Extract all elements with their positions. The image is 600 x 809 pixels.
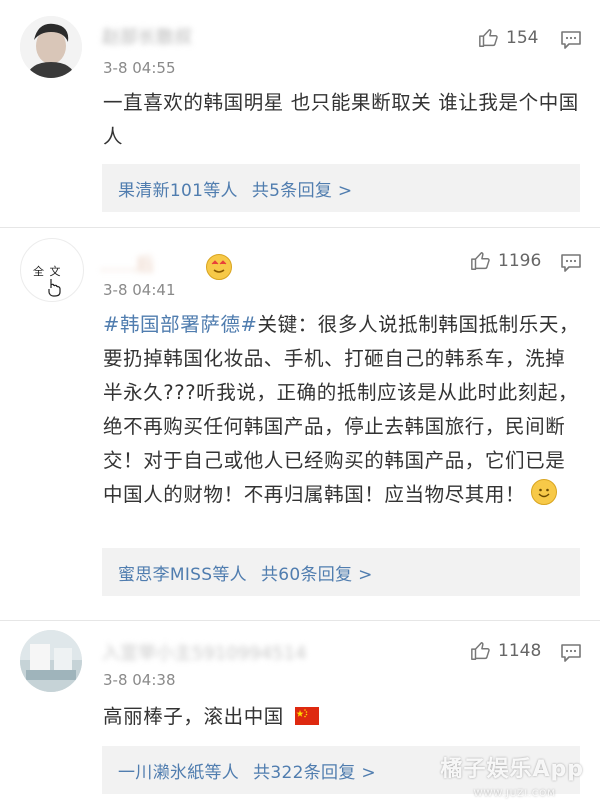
timestamp: 3-8 04:55	[103, 59, 176, 77]
reply-users: 一川濑氷紙等人	[118, 762, 240, 783]
thumbs-up-icon	[471, 642, 490, 660]
comment-text: 一直喜欢的韩国明星 也只能果断取关 谁让我是个中国人	[103, 91, 579, 148]
like-count: 1148	[498, 641, 542, 661]
china-flag-icon	[294, 707, 319, 725]
avatar[interactable]	[20, 16, 82, 78]
username[interactable]: 入宣举小主5910994514	[102, 642, 307, 666]
comment-icon[interactable]	[560, 643, 582, 663]
watermark-url: WWW.JUZI.COM	[473, 789, 556, 799]
smile-emoji-icon	[531, 479, 558, 505]
avatar[interactable]: 全 文	[20, 238, 84, 302]
timestamp: 3-8 04:38	[103, 671, 176, 689]
comment-body: 高丽棒子，滚出中国	[103, 705, 284, 728]
like-button[interactable]: 1196	[470, 250, 541, 272]
thumbs-up-icon	[479, 29, 498, 47]
like-button[interactable]: 154	[478, 27, 538, 49]
avatar[interactable]	[20, 630, 82, 692]
comment-text: #韩国部署萨德#关键：很多人说抵制韩国抵制乐天，要扔掉韩国化妆品、手机、打砸自己…	[103, 308, 583, 512]
hashtag-link[interactable]: #韩国部署萨德#	[103, 313, 257, 336]
avatar-image	[20, 16, 82, 78]
comment-1: 赵部长散叔 3-8 04:55 154 一直喜欢的韩国明星 也只能果断取关 谁让…	[0, 0, 600, 224]
comment-icon[interactable]	[560, 253, 582, 273]
thumbs-up-icon	[471, 252, 490, 270]
avatar-image	[20, 630, 82, 692]
reply-users: 果清新101等人	[118, 180, 238, 201]
replies-summary[interactable]: 果清新101等人 共5条回复 >	[102, 164, 580, 212]
username[interactable]: 赵部长散叔	[102, 26, 192, 50]
like-count: 154	[506, 28, 539, 48]
comment-text: 高丽棒子，滚出中国	[103, 700, 583, 734]
reply-count: 共60条回复 >	[260, 564, 373, 585]
hand-pointer-icon	[48, 279, 61, 297]
comment-icon[interactable]	[560, 30, 582, 50]
emoji-icon	[206, 254, 232, 280]
replies-summary[interactable]: 蜜思李MISS等人 共60条回复 >	[102, 548, 580, 596]
watermark-logo: 橘子娱乐App	[440, 757, 584, 782]
reply-users: 蜜思李MISS等人	[118, 564, 247, 585]
comment-body: 关键：很多人说抵制韩国抵制乐天，要扔掉韩国化妆品、手机、打砸自己的韩系车，洗掉半…	[103, 313, 580, 506]
like-button[interactable]: 1148	[470, 640, 541, 662]
username[interactable]: ……后	[100, 254, 154, 278]
reply-count: 共322条回复 >	[253, 762, 376, 783]
timestamp: 3-8 04:41	[103, 281, 176, 299]
reply-count: 共5条回复 >	[251, 180, 353, 201]
like-count: 1196	[498, 251, 542, 271]
comment-2: 全 文 ……后 3-8 04:41 3-8 04:41 1196 #韩国部署萨德…	[0, 228, 600, 618]
